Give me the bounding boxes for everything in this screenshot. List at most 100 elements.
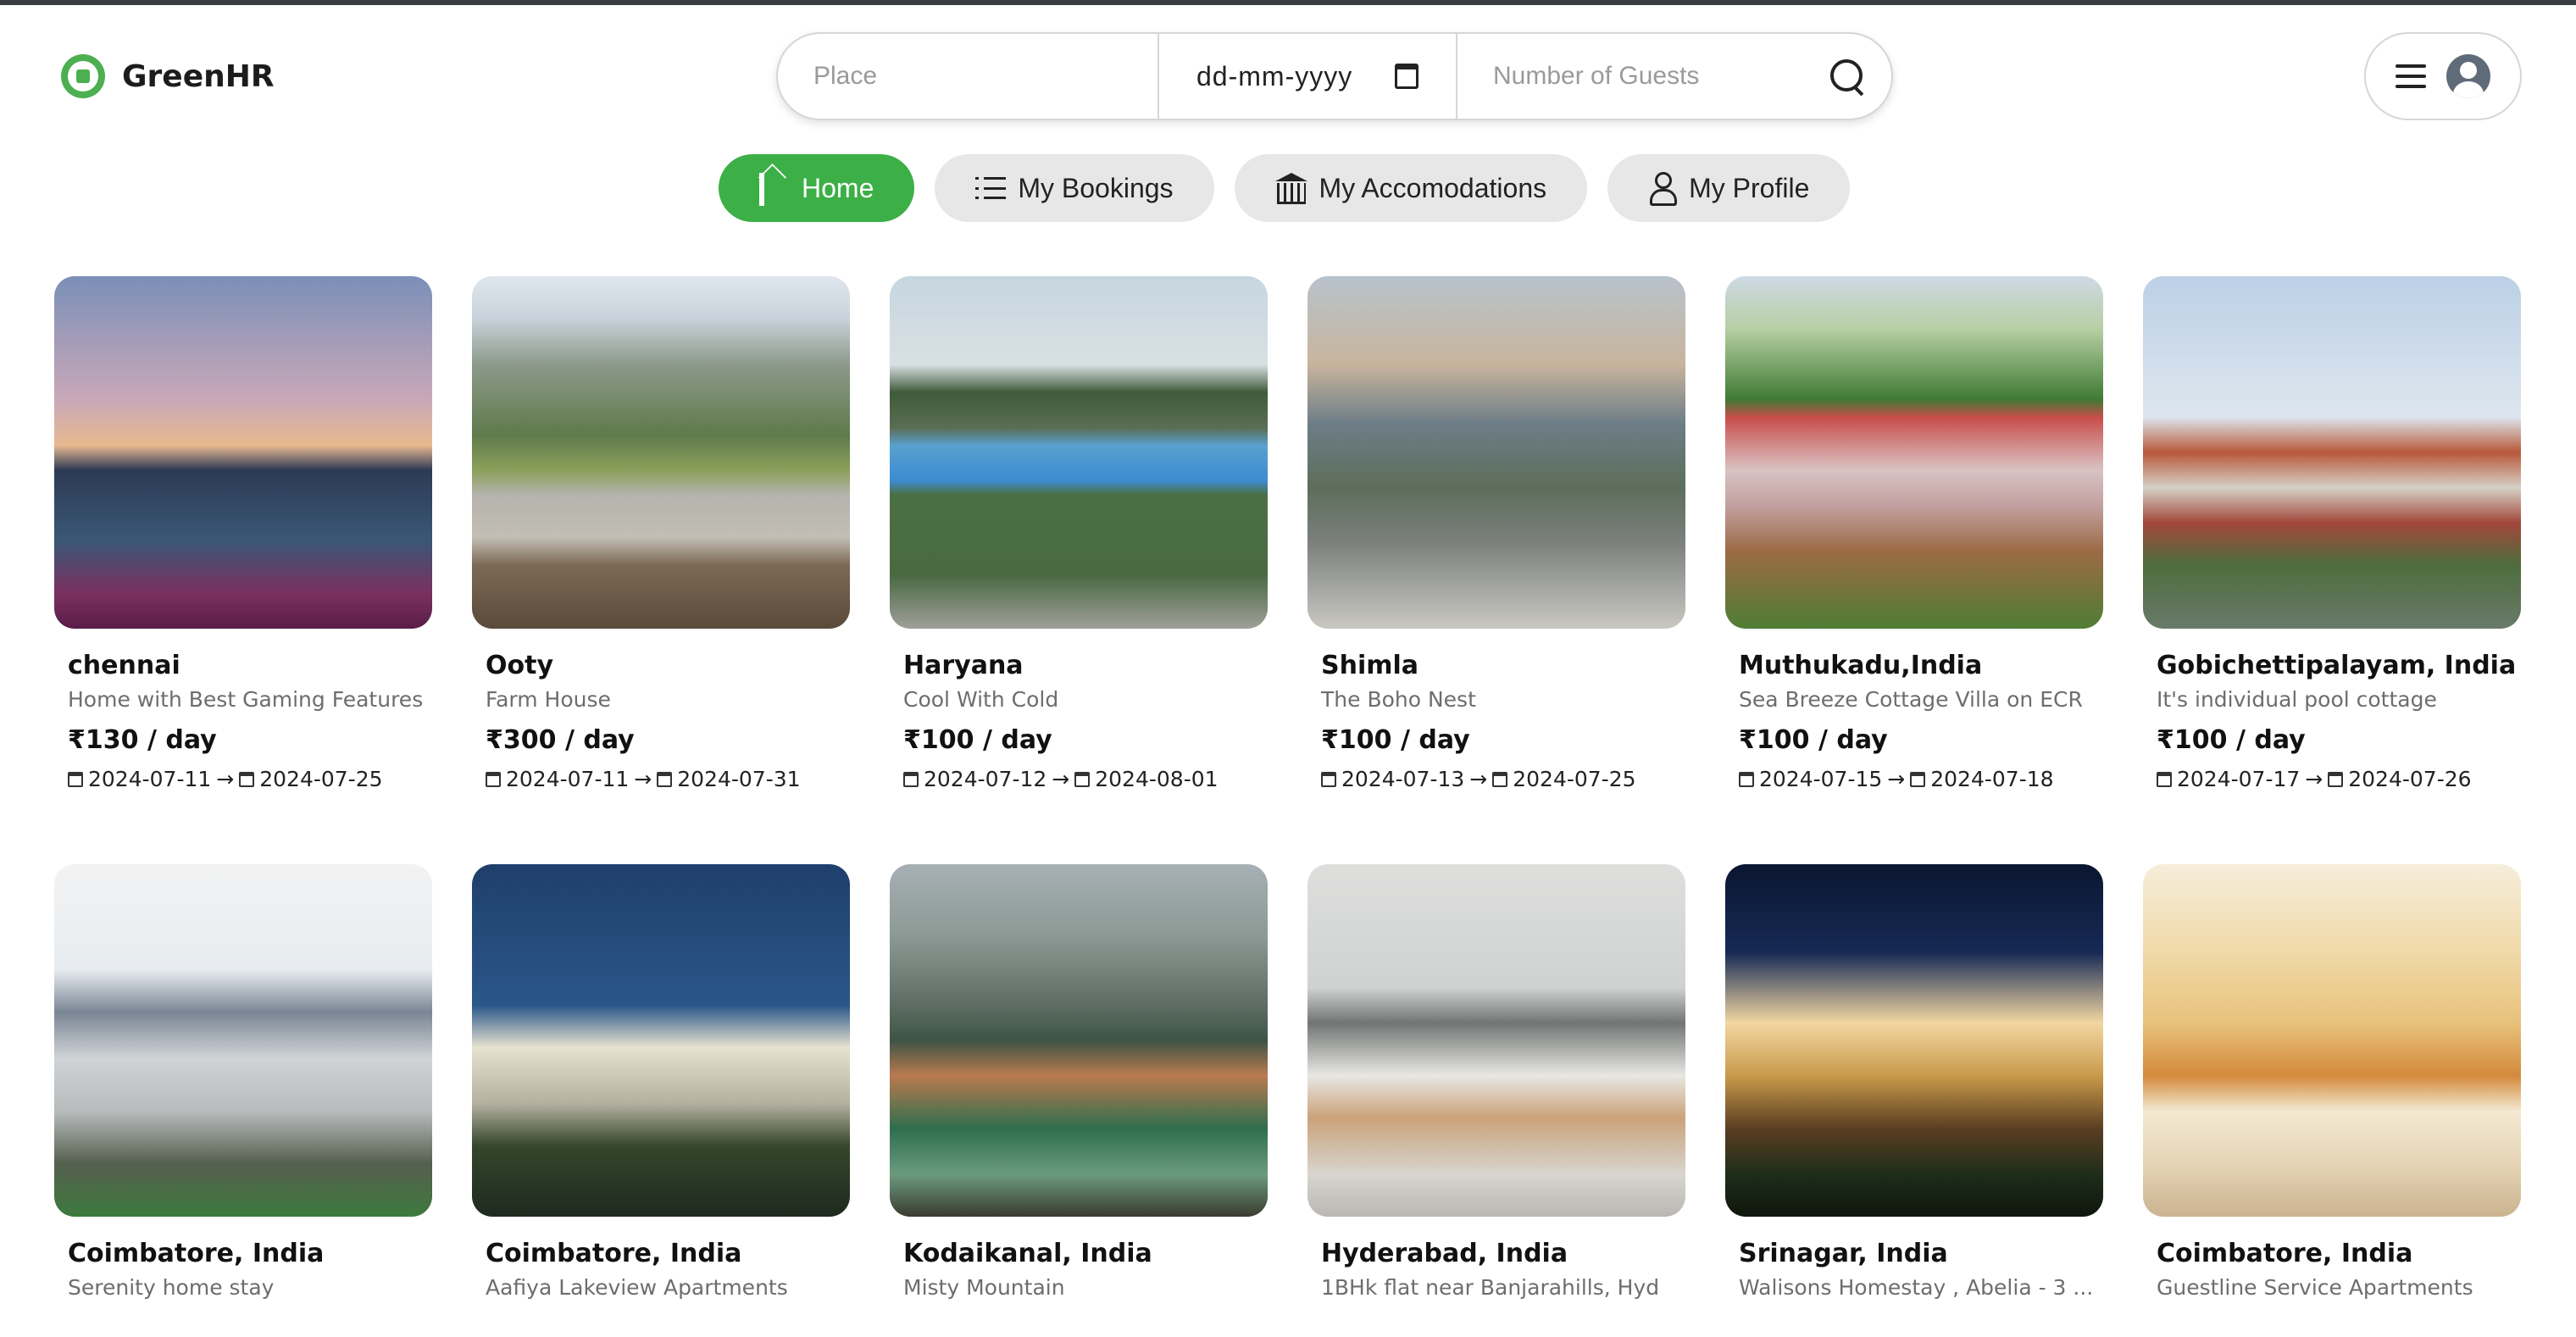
calendar-icon — [68, 771, 83, 787]
listing-title: Ooty — [486, 651, 554, 680]
main-nav-tabs: Home My Bookings My Accomodations My Pro… — [719, 154, 1851, 222]
listing-title: Srinagar, India — [1739, 1239, 1948, 1268]
listing-dates: 2024-07-12 → 2024-08-01 — [890, 767, 1268, 791]
list-icon — [975, 177, 1007, 199]
listing-card[interactable]: chennai Home with Best Gaming Features ₹… — [54, 276, 432, 791]
listing-card[interactable]: Shimla The Boho Nest ₹100 / day 2024-07-… — [1307, 276, 1685, 791]
listing-subtitle: Serenity home stay — [68, 1275, 275, 1300]
listing-price: ₹100 / day — [1739, 725, 1888, 755]
listing-title: Shimla — [1321, 651, 1419, 680]
listing-subtitle: 1BHk flat near Banjarahills, Hyd — [1321, 1275, 1660, 1300]
brand-logo[interactable]: GreenHR — [61, 54, 275, 98]
calendar-icon — [1492, 771, 1508, 787]
calendar-icon — [1739, 771, 1754, 787]
listing-title: chennai — [68, 651, 180, 680]
tab-my-profile-label: My Profile — [1689, 172, 1810, 203]
listing-photo[interactable] — [2143, 276, 2521, 629]
listing-card[interactable]: Muthukadu,India Sea Breeze Cottage Villa… — [1725, 276, 2103, 791]
listing-photo[interactable] — [1725, 276, 2103, 629]
bank-icon — [1274, 173, 1307, 204]
tab-home-label: Home — [802, 172, 874, 203]
tab-my-profile[interactable]: My Profile — [1607, 154, 1851, 222]
listing-price: ₹100 / day — [903, 725, 1052, 755]
user-icon — [1648, 172, 1678, 206]
listing-title: Kodaikanal, India — [903, 1239, 1152, 1268]
listing-title: Hyderabad, India — [1321, 1239, 1568, 1268]
listing-price: ₹100 / day — [2157, 725, 2306, 755]
listing-date-to: 2024-07-25 — [1513, 767, 1636, 791]
account-menu-button[interactable] — [2364, 32, 2522, 120]
tab-my-accomodations[interactable]: My Accomodations — [1234, 154, 1588, 222]
calendar-icon — [1321, 771, 1336, 787]
listing-subtitle: Farm House — [486, 687, 611, 712]
guests-segment — [1457, 34, 1891, 119]
listing-card[interactable]: Ooty Farm House ₹300 / day 2024-07-11 → … — [472, 276, 850, 791]
top-border — [0, 0, 2576, 5]
listing-dates: 2024-07-11 → 2024-07-25 — [54, 767, 432, 791]
listing-date-from: 2024-07-11 — [506, 767, 630, 791]
home-icon — [759, 173, 790, 206]
listing-title: Coimbatore, India — [486, 1239, 742, 1268]
calendar-icon — [486, 771, 501, 787]
listings-grid: chennai Home with Best Gaming Features ₹… — [54, 276, 2522, 1300]
listing-card[interactable]: Srinagar, India Walisons Homestay , Abel… — [1725, 864, 2103, 1300]
hamburger-icon — [2396, 64, 2426, 88]
place-segment — [778, 34, 1159, 119]
listing-photo[interactable] — [890, 864, 1268, 1217]
listing-card[interactable]: Haryana Cool With Cold ₹100 / day 2024-0… — [890, 276, 1268, 791]
listing-photo[interactable] — [1725, 864, 2103, 1217]
listing-photo[interactable] — [54, 864, 432, 1217]
listing-card[interactable]: Coimbatore, India Aafiya Lakeview Apartm… — [472, 864, 850, 1300]
arrow-icon: → — [1052, 767, 1070, 791]
tab-home[interactable]: Home — [719, 154, 915, 222]
listing-card[interactable]: Kodaikanal, India Misty Mountain — [890, 864, 1268, 1300]
calendar-icon — [1910, 771, 1926, 787]
tab-my-bookings[interactable]: My Bookings — [935, 154, 1214, 222]
listing-photo[interactable] — [54, 276, 432, 629]
calendar-icon — [1074, 771, 1091, 787]
listing-photo[interactable] — [472, 276, 850, 629]
date-input[interactable]: dd-mm-yyyy — [1196, 61, 1352, 92]
listing-date-from: 2024-07-15 — [1759, 767, 1883, 791]
arrow-icon: → — [1469, 767, 1488, 791]
listing-card[interactable]: Coimbatore, India Serenity home stay — [54, 864, 432, 1300]
listing-subtitle: Misty Mountain — [903, 1275, 1065, 1300]
tab-my-accomodations-label: My Accomodations — [1319, 172, 1547, 203]
calendar-icon[interactable] — [1395, 64, 1418, 89]
listing-photo[interactable] — [1307, 864, 1685, 1217]
listing-title: Haryana — [903, 651, 1024, 680]
search-icon[interactable] — [1829, 58, 1863, 95]
listing-date-from: 2024-07-11 — [88, 767, 212, 791]
date-segment[interactable]: dd-mm-yyyy — [1159, 34, 1457, 119]
listing-date-to: 2024-07-26 — [2348, 767, 2472, 791]
listing-title: Muthukadu,India — [1739, 651, 1983, 680]
listing-subtitle: It's individual pool cottage — [2157, 687, 2437, 712]
listing-card[interactable]: Gobichettipalayam, India It's individual… — [2143, 276, 2521, 791]
listing-title: Coimbatore, India — [68, 1239, 325, 1268]
listing-subtitle: Aafiya Lakeview Apartments — [486, 1275, 788, 1300]
listing-subtitle: Walisons Homestay , Abelia - 3 ... — [1739, 1275, 2094, 1300]
listing-price: ₹300 / day — [486, 725, 635, 755]
listing-date-to: 2024-07-25 — [259, 767, 383, 791]
calendar-icon — [2157, 771, 2172, 787]
place-input[interactable] — [813, 62, 1158, 91]
listing-photo[interactable] — [2143, 864, 2521, 1217]
listing-card[interactable]: Coimbatore, India Guestline Service Apar… — [2143, 864, 2521, 1300]
house-leaf-logo-icon — [61, 54, 105, 98]
listing-photo[interactable] — [1307, 276, 1685, 629]
listing-subtitle: Cool With Cold — [903, 687, 1059, 712]
guests-input[interactable] — [1493, 62, 1829, 91]
listing-card[interactable]: Hyderabad, India 1BHk flat near Banjarah… — [1307, 864, 1685, 1300]
listing-price: ₹130 / day — [68, 725, 217, 755]
tab-my-bookings-label: My Bookings — [1018, 172, 1174, 203]
listing-subtitle: Sea Breeze Cottage Villa on ECR — [1739, 687, 2083, 712]
calendar-icon — [903, 771, 919, 787]
listing-photo[interactable] — [472, 864, 850, 1217]
search-bar: dd-mm-yyyy — [776, 32, 1893, 120]
listing-date-from: 2024-07-13 — [1341, 767, 1465, 791]
listing-date-from: 2024-07-17 — [2177, 767, 2301, 791]
listing-price: ₹100 / day — [1321, 725, 1470, 755]
user-avatar-icon — [2446, 54, 2490, 98]
listing-photo[interactable] — [890, 276, 1268, 629]
listing-title: Coimbatore, India — [2157, 1239, 2413, 1268]
